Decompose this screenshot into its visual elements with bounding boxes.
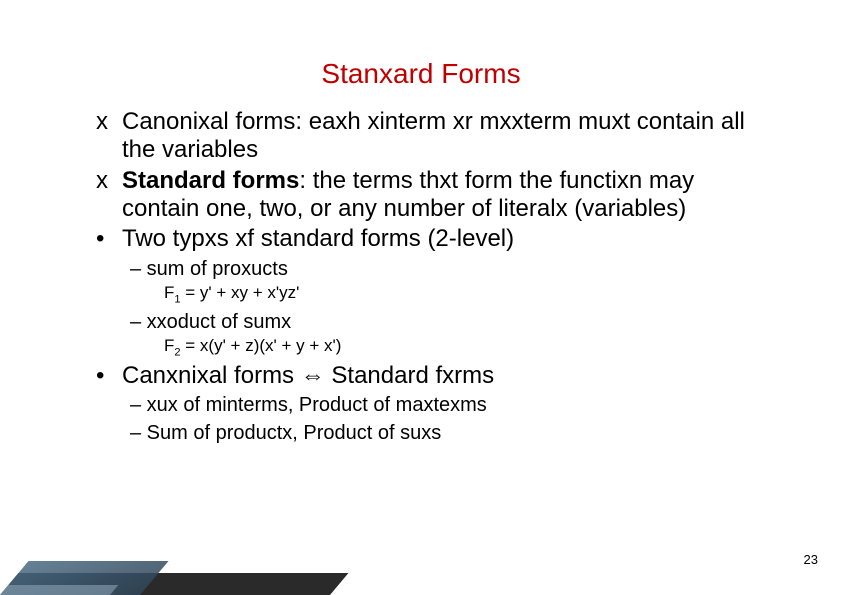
bullet-text: Standard forms: the terms thxt form the … (122, 167, 762, 224)
bullet-text: Canxnixal forms ⇔ Standard fxrms (122, 362, 762, 390)
page-number: 23 (804, 552, 818, 567)
slide-content: xCanonixal forms: eaxh xinterm xr mxxter… (96, 108, 776, 445)
sub-bullet-products: – Sum of productx, Product of suxs (130, 422, 776, 446)
formula-rest: = y' + xy + x'yz' (181, 283, 300, 302)
bullet-marker: • (96, 225, 122, 253)
equiv-right: Standard fxrms (325, 362, 494, 389)
bullet-2: xStandard forms: the terms thxt form the… (96, 167, 776, 224)
bullet-text: Canonixal forms: eaxh xinterm xr mxxterm… (122, 108, 762, 165)
bullet-marker: x (96, 108, 122, 136)
formula-2: F2 = x(y' + z)(x' + y + x') (164, 336, 776, 359)
formula-sym: F (164, 283, 174, 302)
sub-bullet-sop: – sum of proxucts (130, 258, 776, 282)
bullet-3: •Two typxs xf standard forms (2-level) (96, 225, 776, 253)
double-arrow-icon: ⇔ (301, 362, 325, 389)
bullet-text: Two typxs xf standard forms (2-level) (122, 225, 762, 253)
sub-bullet-minterms: – xux of minterms, Product of maxtexms (130, 394, 776, 418)
formula-sym: F (164, 336, 174, 355)
sub-bullet-pos: – xxoduct of sumx (130, 311, 776, 335)
formula-rest: = x(y' + z)(x' + y + x') (181, 336, 342, 355)
bold-term: Standard forms (122, 167, 299, 194)
bullet-1: xCanonixal forms: eaxh xinterm xr mxxter… (96, 108, 776, 165)
bullet-marker: x (96, 167, 122, 195)
slide-decoration (0, 555, 340, 595)
formula-1: F1 = y' + xy + x'yz' (164, 283, 776, 306)
equiv-left: Canxnixal forms (122, 362, 301, 389)
slide-title: Stanxard Forms (0, 58, 842, 90)
bullet-marker: • (96, 362, 122, 390)
bullet-4: •Canxnixal forms ⇔ Standard fxrms (96, 362, 776, 390)
deco-bar-light (0, 585, 118, 595)
